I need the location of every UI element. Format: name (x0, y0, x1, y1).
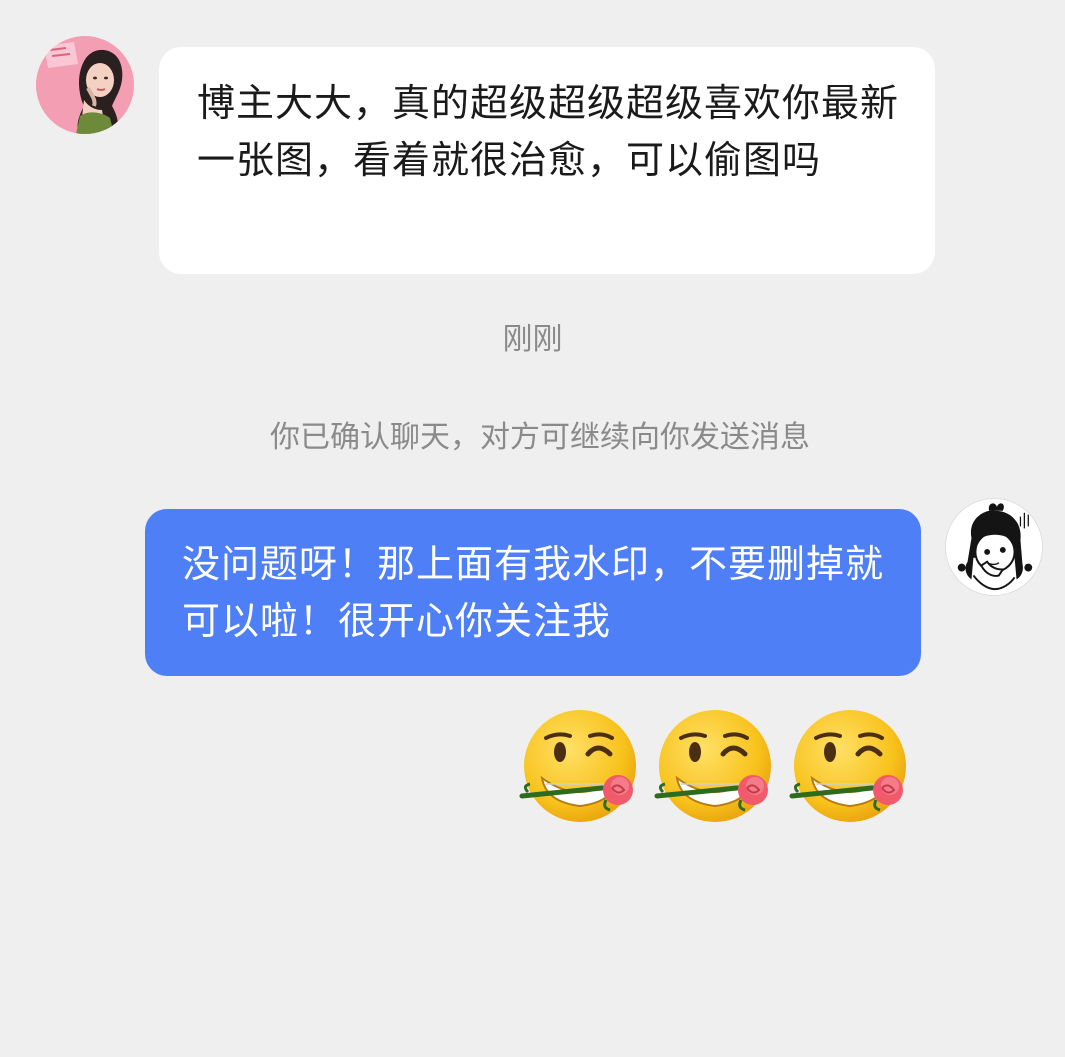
wink-rose-icon[interactable] (653, 706, 778, 831)
wink-rose-icon[interactable] (788, 706, 913, 831)
wink-rose-icon[interactable] (518, 706, 643, 831)
emoji-reactions (518, 706, 923, 831)
my-avatar-drawing (946, 499, 1042, 595)
sender-avatar-photo (36, 36, 134, 134)
incoming-message-bubble[interactable]: 博主大大，真的超级超级超级喜欢你最新一张图，看着就很治愈，可以偷图吗 (159, 47, 935, 274)
system-notice: 你已确认聊天，对方可继续向你发送消息 (270, 420, 810, 455)
message-timestamp: 刚刚 (502, 322, 563, 357)
sender-avatar[interactable] (36, 36, 134, 134)
my-avatar[interactable] (945, 498, 1043, 596)
outgoing-message-bubble[interactable]: 没问题呀！那上面有我水印，不要删掉就可以啦！很开心你关注我 (145, 509, 921, 676)
outgoing-message-text: 没问题呀！那上面有我水印，不要删掉就可以啦！很开心你关注我 (182, 542, 885, 643)
incoming-message-text: 博主大大，真的超级超级超级喜欢你最新一张图，看着就很治愈，可以偷图吗 (197, 81, 900, 182)
chat-screen: 博主大大，真的超级超级超级喜欢你最新一张图，看着就很治愈，可以偷图吗 刚刚 你已… (0, 0, 1065, 1057)
